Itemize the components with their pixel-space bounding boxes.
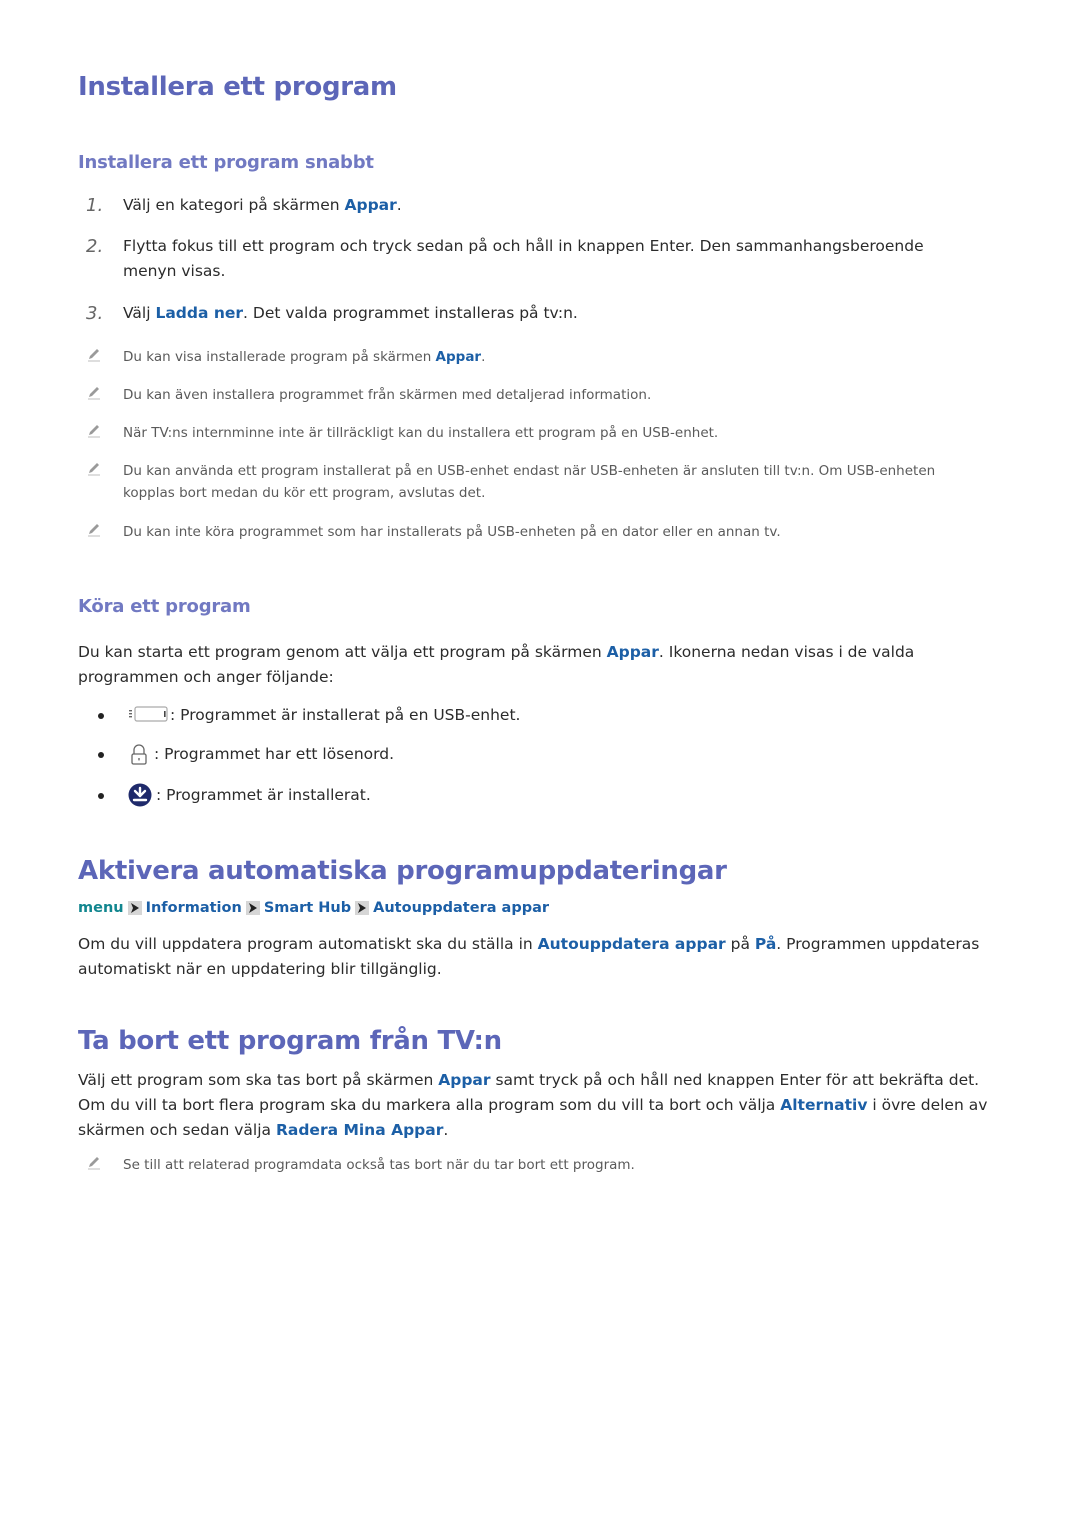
breadcrumb-menu[interactable]: menu xyxy=(78,900,124,916)
link-radera-mina-appar[interactable]: Radera Mina Appar xyxy=(276,1121,443,1139)
bullet-dot xyxy=(98,752,104,758)
bullet-text: : Programmet har ett lösenord. xyxy=(154,745,395,763)
note-text: Se till att relaterad programdata också … xyxy=(123,1157,635,1173)
bullet-dot xyxy=(98,713,104,719)
pencil-icon xyxy=(88,524,100,537)
installed-download-icon xyxy=(128,783,152,807)
breadcrumb-information[interactable]: Information xyxy=(146,900,242,916)
para-text-end: . Programmen uppdateras xyxy=(776,935,980,953)
note-text-line2: kopplas bort medan du kör ett program, a… xyxy=(123,485,486,501)
subheading-install-quick: Installera ett program snabbt xyxy=(78,152,374,173)
para-text: Om du vill uppdatera program automatiskt… xyxy=(78,935,538,953)
link-autouppdatera-appar[interactable]: Autouppdatera appar xyxy=(538,935,726,953)
note-text-line1: Du kan använda ett program installerat p… xyxy=(123,463,936,479)
step-number: 1. xyxy=(86,195,104,216)
para-text: skärmen och sedan välja xyxy=(78,1121,276,1139)
para-text: Välj ett program som ska tas bort på skä… xyxy=(78,1071,439,1089)
subheading-run-program: Köra ett program xyxy=(78,596,251,617)
heading-auto-update: Aktivera automatiska programuppdateringa… xyxy=(78,856,727,886)
breadcrumb-smart-hub[interactable]: Smart Hub xyxy=(264,900,351,916)
chevron-right-icon xyxy=(127,901,142,915)
breadcrumb: menu Information Smart Hub Autouppdatera… xyxy=(78,900,549,916)
paragraph-auto-update: Om du vill uppdatera program automatiskt… xyxy=(78,932,1008,982)
link-appar[interactable]: Appar xyxy=(345,196,397,214)
note-text: Du kan visa installerade program på skär… xyxy=(123,349,436,365)
para-text-end: . Ikonerna nedan visas i de valda xyxy=(658,643,915,661)
step-number: 3. xyxy=(86,303,104,324)
para-text: i övre delen av xyxy=(867,1096,988,1114)
bullet-text: : Programmet är installerat på en USB-en… xyxy=(170,706,521,724)
pencil-icon xyxy=(88,387,100,400)
link-alternativ[interactable]: Alternativ xyxy=(780,1096,867,1114)
para-text: . xyxy=(443,1121,449,1139)
bullet-item: : Programmet är installerat på en USB-en… xyxy=(78,703,678,727)
step-text-end: . xyxy=(396,196,402,214)
heading-install-program: Installera ett program xyxy=(78,72,397,102)
step-text: Välj en kategori på skärmen xyxy=(123,196,345,214)
step-text: Välj xyxy=(123,304,156,322)
pencil-icon xyxy=(88,425,100,438)
bullet-dot xyxy=(98,793,104,799)
link-ladda-ner[interactable]: Ladda ner xyxy=(155,304,243,322)
para-text: Du kan starta ett program genom att välj… xyxy=(78,643,607,661)
bullet-item: : Programmet är installerat. xyxy=(78,783,678,807)
note-text: Du kan inte köra programmet som har inst… xyxy=(123,524,781,540)
pencil-icon xyxy=(88,463,100,476)
para-text: samt tryck på och håll ned knappen Enter… xyxy=(490,1071,980,1089)
link-appar[interactable]: Appar xyxy=(438,1071,490,1089)
lock-icon xyxy=(131,744,147,765)
breadcrumb-autouppdatera-appar[interactable]: Autouppdatera appar xyxy=(373,900,549,916)
note-text: Du kan även installera programmet från s… xyxy=(123,387,652,403)
pencil-icon xyxy=(88,349,100,362)
link-appar[interactable]: Appar xyxy=(607,643,659,661)
heading-remove-program: Ta bort ett program från TV:n xyxy=(78,1026,502,1056)
note-text-end: . xyxy=(481,349,486,365)
para-text-mid: på xyxy=(725,935,755,953)
step-text-line2: menyn visas. xyxy=(123,262,226,280)
bullet-item: : Programmet har ett lösenord. xyxy=(78,742,678,766)
chevron-right-icon xyxy=(245,901,260,915)
chevron-right-icon xyxy=(355,901,370,915)
paragraph-run: Du kan starta ett program genom att välj… xyxy=(78,640,1008,690)
link-appar[interactable]: Appar xyxy=(436,349,482,365)
para-text-line2: automatiskt när en uppdatering blir till… xyxy=(78,960,442,978)
paragraph-remove: Välj ett program som ska tas bort på skä… xyxy=(78,1068,1008,1143)
bullet-text: : Programmet är installerat. xyxy=(156,786,371,804)
note-text: När TV:ns internminne inte är tillräckli… xyxy=(123,425,719,441)
step-text-line1: Flytta fokus till ett program och tryck … xyxy=(123,237,924,255)
step-number: 2. xyxy=(86,236,104,257)
link-pa[interactable]: På xyxy=(755,935,776,953)
para-text: Om du vill ta bort flera program ska du … xyxy=(78,1096,781,1114)
pencil-icon xyxy=(88,1157,100,1170)
usb-device-icon xyxy=(129,706,168,722)
step-text-end: . Det valda programmet installeras på tv… xyxy=(243,304,578,322)
para-text-line2: programmen och anger följande: xyxy=(78,668,334,686)
